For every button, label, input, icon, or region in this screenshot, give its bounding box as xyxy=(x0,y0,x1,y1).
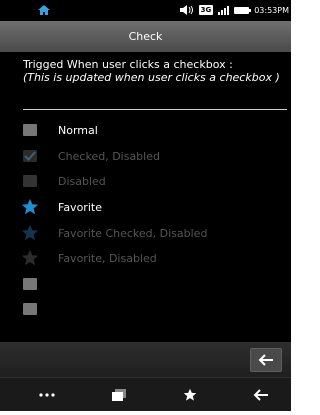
windows-button[interactable] xyxy=(106,384,132,406)
checkbox-checked-disabled: Checked, Disabled xyxy=(23,146,160,166)
page-title: Check xyxy=(0,21,291,53)
checkbox-unlabeled-1[interactable] xyxy=(23,274,37,294)
checkbox-box[interactable] xyxy=(23,303,37,315)
nav-bar xyxy=(0,377,291,411)
phone-screen: 3G 03:53PM Check Trigged When user click… xyxy=(0,0,291,411)
more-icon xyxy=(39,393,55,397)
3g-icon: 3G xyxy=(198,5,214,15)
favorites-button[interactable] xyxy=(177,384,203,406)
signal-icon xyxy=(218,5,230,15)
sound-icon xyxy=(179,5,193,15)
checkbox-label: Disabled xyxy=(58,174,106,188)
back-arrow-icon xyxy=(258,354,273,366)
star-icon[interactable] xyxy=(21,198,39,216)
star-label: Favorite Checked, Disabled xyxy=(58,226,208,240)
bottom-toolbar xyxy=(0,342,291,377)
nav-back-button[interactable] xyxy=(248,384,274,406)
star-icon xyxy=(21,224,39,241)
checkbox-disabled: Disabled xyxy=(23,171,106,191)
main-content: Trigged When user clicks a checkbox : (T… xyxy=(0,52,291,342)
divider xyxy=(23,109,287,110)
status-line: Trigged When user clicks a checkbox : xyxy=(23,58,233,71)
checkmark-icon xyxy=(24,151,36,161)
status-note: (This is updated when user clicks a chec… xyxy=(23,71,280,84)
checkbox-label: Normal xyxy=(58,123,98,137)
checkbox-label: Checked, Disabled xyxy=(58,149,160,163)
back-button[interactable] xyxy=(250,348,282,372)
checkbox-normal[interactable]: Normal xyxy=(23,120,98,140)
status-bar: 3G 03:53PM xyxy=(0,0,291,21)
star-icon xyxy=(183,388,197,401)
star-favorite-checked-disabled: Favorite Checked, Disabled xyxy=(21,223,208,243)
battery-icon xyxy=(234,6,252,14)
checkbox-box xyxy=(23,150,37,162)
checkbox-unlabeled-2[interactable] xyxy=(23,299,37,319)
star-label: Favorite, Disabled xyxy=(58,251,157,265)
back-icon xyxy=(253,389,268,401)
more-button[interactable] xyxy=(34,384,60,406)
checkbox-box xyxy=(23,175,37,187)
clock: 03:53PM xyxy=(254,5,289,15)
star-favorite-disabled: Favorite, Disabled xyxy=(21,248,157,268)
home-icon xyxy=(38,5,50,15)
star-label: Favorite xyxy=(58,200,102,214)
star-outline-icon xyxy=(21,249,39,266)
windows-icon xyxy=(112,389,126,401)
star-favorite[interactable]: Favorite xyxy=(21,197,102,217)
event-status-text: Trigged When user clicks a checkbox : (T… xyxy=(23,58,285,84)
checkbox-box[interactable] xyxy=(23,124,37,136)
checkbox-box[interactable] xyxy=(23,278,37,290)
